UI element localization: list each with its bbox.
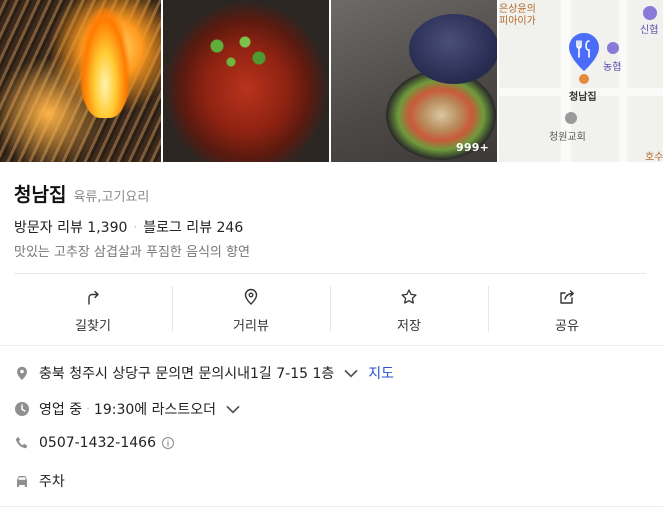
place-header: 청남집 육류,고기요리 bbox=[14, 180, 149, 207]
action-bar: 길찾기 거리뷰 저장 공유 bbox=[14, 286, 646, 334]
save-label: 저장 bbox=[397, 319, 421, 334]
review-summary: 방문자 리뷰 1,390 · 블로그 리뷰 246 bbox=[14, 217, 243, 237]
share-label: 공유 bbox=[555, 319, 579, 334]
blog-review-link[interactable]: 블로그 리뷰 246 bbox=[143, 217, 243, 237]
phone-row: 0507-1432-1466 bbox=[14, 435, 176, 451]
car-icon bbox=[17, 476, 27, 487]
share-button[interactable]: 공유 bbox=[488, 286, 646, 334]
street-view-label: 거리뷰 bbox=[233, 319, 269, 334]
photo-strip: 999+ 은상윤의 피아이가 신협 농협 청남집 청원교회 호수 bbox=[0, 0, 663, 162]
visitor-review-link[interactable]: 방문자 리뷰 1,390 bbox=[14, 217, 127, 237]
hours-status: 영업 중 bbox=[39, 402, 83, 418]
map-label: 청원교회 bbox=[549, 132, 586, 143]
hours-detail: 19:30에 라스트오더 bbox=[93, 402, 216, 418]
separator-dot: · bbox=[133, 220, 138, 234]
place-tagline: 맛있는 고추장 삼겹살과 푸짐한 음식의 향연 bbox=[14, 245, 250, 260]
grill-flame bbox=[80, 8, 130, 118]
divider bbox=[0, 506, 663, 507]
map-label: 신협 bbox=[640, 25, 659, 36]
divider bbox=[14, 273, 646, 274]
phone-number[interactable]: 0507-1432-1466 bbox=[39, 435, 156, 451]
pot-lid bbox=[409, 14, 497, 84]
chevron-down-icon[interactable] bbox=[225, 401, 241, 417]
directions-button[interactable]: 길찾기 bbox=[14, 286, 172, 334]
map-label: 호수 bbox=[645, 152, 663, 162]
map-link[interactable]: 지도 bbox=[368, 363, 394, 383]
bank-icon bbox=[607, 42, 619, 54]
map-pin-icon bbox=[569, 33, 599, 71]
place-marker bbox=[579, 74, 589, 84]
photo-count-badge: 999+ bbox=[456, 141, 489, 154]
separator-dot: · bbox=[86, 402, 90, 416]
photo-bibimbap[interactable]: 999+ bbox=[331, 0, 497, 162]
address-text: 충북 청주시 상당구 문의면 문의시내1길 7-15 1층 bbox=[39, 366, 335, 382]
photo-pork-dish[interactable] bbox=[163, 0, 329, 162]
map-label: 청남집 bbox=[569, 92, 597, 103]
star-icon bbox=[401, 289, 417, 304]
chevron-down-icon[interactable] bbox=[343, 365, 359, 381]
address-row: 충북 청주시 상당구 문의면 문의시내1길 7-15 1층 지도 bbox=[14, 363, 394, 383]
map-road bbox=[619, 0, 627, 162]
herb-garnish bbox=[203, 30, 273, 70]
place-name: 청남집 bbox=[14, 184, 67, 206]
directions-label: 길찾기 bbox=[75, 319, 111, 334]
hours-row: 영업 중 · 19:30에 라스트오더 bbox=[14, 399, 241, 419]
photo-grill[interactable] bbox=[0, 0, 161, 162]
parking-text: 주차 bbox=[39, 474, 65, 490]
divider bbox=[0, 345, 663, 346]
mini-map[interactable]: 은상윤의 피아이가 신협 농협 청남집 청원교회 호수 bbox=[499, 0, 663, 162]
location-pin-icon bbox=[17, 366, 27, 380]
phone-icon bbox=[15, 436, 28, 449]
directions-icon bbox=[88, 290, 99, 305]
save-button[interactable]: 저장 bbox=[330, 286, 488, 334]
share-icon bbox=[560, 290, 574, 304]
bank-icon bbox=[643, 6, 657, 20]
clock-icon bbox=[15, 402, 29, 416]
parking-row: 주차 bbox=[14, 471, 65, 491]
map-label: 피아이가 bbox=[499, 16, 536, 27]
info-icon[interactable] bbox=[160, 436, 176, 450]
street-view-button[interactable]: 거리뷰 bbox=[172, 286, 330, 334]
church-icon bbox=[565, 112, 577, 124]
place-category: 육류,고기요리 bbox=[73, 190, 150, 205]
location-pin-icon bbox=[244, 288, 258, 305]
map-label: 농협 bbox=[603, 62, 622, 73]
